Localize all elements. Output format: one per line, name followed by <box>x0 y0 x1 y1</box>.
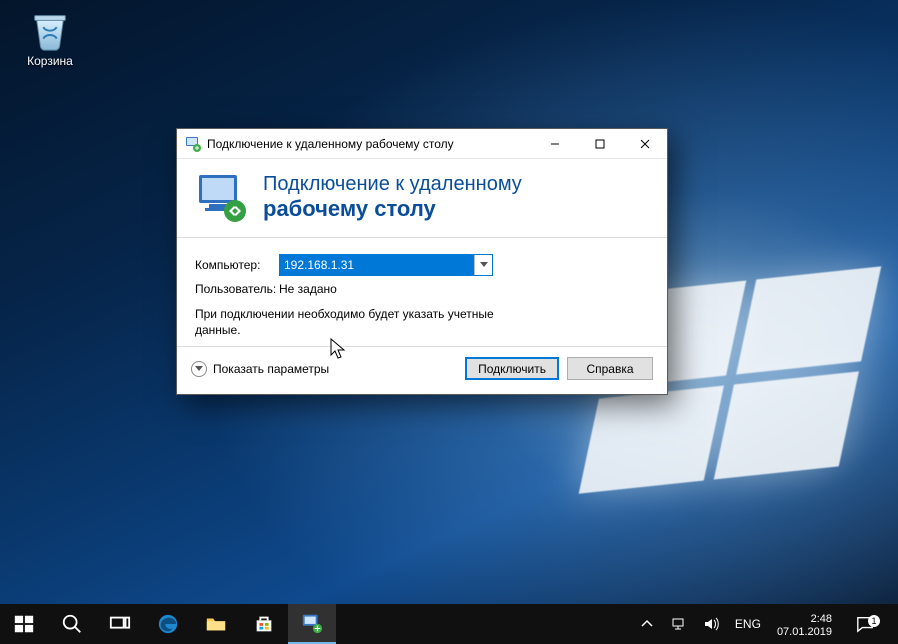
chevron-down-icon[interactable] <box>474 255 492 275</box>
show-options-label: Показать параметры <box>213 362 329 376</box>
task-view-icon <box>109 613 131 635</box>
minimize-button[interactable] <box>532 129 577 159</box>
computer-label: Компьютер: <box>195 258 279 272</box>
divider <box>177 346 667 347</box>
tray-expand-button[interactable] <box>633 604 661 644</box>
volume-icon <box>703 616 719 632</box>
titlebar[interactable]: Подключение к удаленному рабочему столу <box>177 129 667 159</box>
close-button[interactable] <box>622 129 667 159</box>
tray-network[interactable] <box>665 604 693 644</box>
user-value: Не задано <box>279 282 337 296</box>
divider <box>177 237 667 238</box>
clock-date: 07.01.2019 <box>777 626 832 639</box>
taskbar-app-edge[interactable] <box>144 604 192 644</box>
desktop-icon-label: Корзина <box>14 54 86 68</box>
clock[interactable]: 2:48 07.01.2019 <box>771 609 840 638</box>
tray-volume[interactable] <box>697 604 725 644</box>
rdp-window: Подключение к удаленному рабочему столу <box>176 128 668 395</box>
taskbar-app-store[interactable] <box>240 604 288 644</box>
clock-time: 2:48 <box>777 613 832 626</box>
windows-logo-icon <box>13 613 35 635</box>
taskbar: ENG 2:48 07.01.2019 1 <box>0 604 898 644</box>
desktop-icon-recycle-bin[interactable]: Корзина <box>14 6 86 68</box>
computer-combobox[interactable] <box>279 254 493 276</box>
rdp-app-icon <box>185 136 201 152</box>
action-center-button[interactable]: 1 <box>844 615 886 633</box>
window-title: Подключение к удаленному рабочему столу <box>207 137 532 151</box>
show-options-toggle[interactable]: Показать параметры <box>191 361 329 377</box>
chevron-down-icon <box>191 361 207 377</box>
recycle-bin-icon <box>27 6 73 52</box>
network-icon <box>671 616 687 632</box>
maximize-button[interactable] <box>577 129 622 159</box>
taskbar-app-file-explorer[interactable] <box>192 604 240 644</box>
rdp-header-icon <box>195 171 247 223</box>
computer-input[interactable] <box>280 255 474 275</box>
user-label: Пользователь: <box>195 282 279 296</box>
folder-icon <box>205 613 227 635</box>
task-view-button[interactable] <box>96 604 144 644</box>
language-indicator[interactable]: ENG <box>729 617 767 631</box>
search-button[interactable] <box>48 604 96 644</box>
taskbar-app-rdp[interactable] <box>288 604 336 644</box>
desktop[interactable]: Корзина Подключение к удаленному рабочем… <box>0 0 898 644</box>
connect-button[interactable]: Подключить <box>465 357 559 380</box>
rdp-app-icon <box>301 612 323 634</box>
credentials-hint: При подключении необходимо будет указать… <box>195 306 525 338</box>
system-tray: ENG 2:48 07.01.2019 1 <box>631 604 898 644</box>
help-button[interactable]: Справка <box>567 357 653 380</box>
rdp-heading: Подключение к удаленному рабочему столу <box>263 173 522 222</box>
chevron-up-icon <box>639 616 655 632</box>
notification-badge: 1 <box>868 615 880 627</box>
start-button[interactable] <box>0 604 48 644</box>
edge-icon <box>157 613 179 635</box>
search-icon <box>61 613 83 635</box>
store-icon <box>253 613 275 635</box>
